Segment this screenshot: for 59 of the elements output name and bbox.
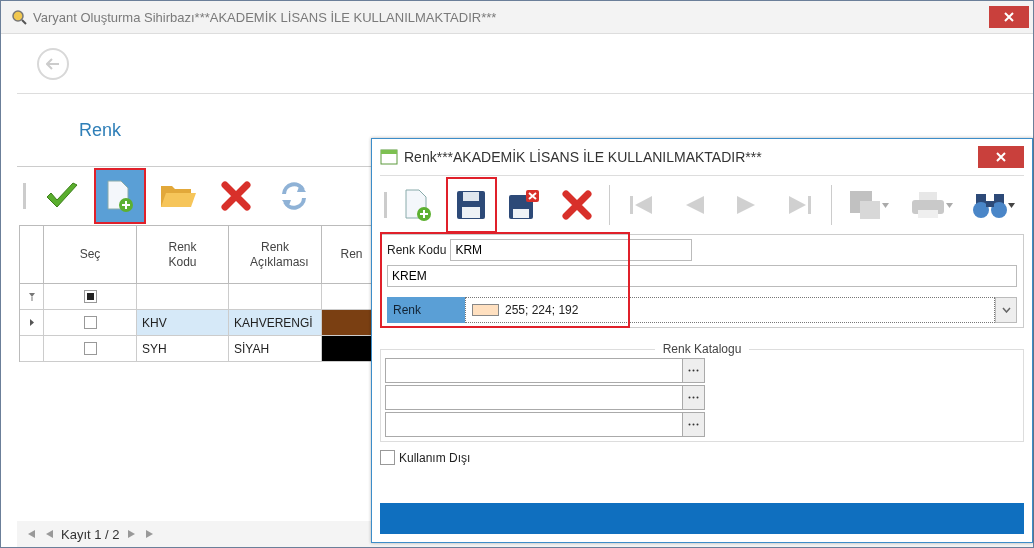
ellipsis-icon	[688, 423, 699, 426]
window-form-icon	[380, 149, 398, 165]
lookup-field[interactable]	[385, 385, 705, 410]
close-button[interactable]	[978, 146, 1024, 168]
ellipsis-button[interactable]	[682, 413, 704, 436]
field-label: Renk Kodu	[387, 243, 447, 257]
field-label: Renk	[387, 297, 465, 323]
checkbox-label: Kullanım Dışı	[399, 450, 471, 465]
page-heading: Renk	[79, 119, 122, 141]
printer-icon	[909, 190, 946, 220]
table-cell: KAHVERENGİ	[229, 310, 322, 336]
lookup-field[interactable]	[385, 412, 705, 437]
ellipsis-icon	[688, 396, 699, 399]
filter-cell[interactable]	[44, 284, 137, 310]
last-record-icon	[786, 194, 813, 216]
toolbar-button[interactable]	[94, 168, 146, 224]
close-icon	[996, 152, 1006, 162]
color-dropdown[interactable]: 255; 224; 192	[465, 297, 995, 323]
ellipsis-button[interactable]	[682, 386, 704, 409]
floppy-disk-close-icon	[507, 189, 542, 221]
dropdown-button[interactable]	[995, 297, 1017, 323]
caret-icon	[945, 202, 953, 208]
chevron-down-icon	[1001, 307, 1011, 313]
filter-icon	[28, 292, 35, 301]
toolbar-button[interactable]	[445, 177, 497, 233]
current-row-icon	[29, 319, 34, 326]
filter-cell[interactable]	[137, 284, 229, 310]
filter-checkbox[interactable]	[83, 290, 97, 303]
record-counter: Kayıt 1 / 2	[61, 526, 120, 542]
caret-icon	[881, 202, 889, 208]
ellipsis-icon	[688, 369, 699, 372]
table-cell: SİYAH	[229, 336, 322, 362]
new-document-icon	[403, 188, 434, 222]
back-button[interactable]	[37, 47, 69, 80]
close-icon	[1004, 12, 1014, 22]
binoculars-icon	[972, 191, 1009, 219]
row-checkbox[interactable]	[83, 316, 97, 329]
lookup-field[interactable]	[385, 358, 705, 383]
floppy-disk-stack-icon	[847, 189, 882, 221]
delete-icon	[220, 180, 252, 212]
checkbox[interactable]	[380, 450, 395, 465]
filter-cell[interactable]	[229, 284, 322, 310]
table-cell: SYH	[137, 336, 229, 362]
table-cell: KHV	[137, 310, 229, 336]
magnifier-icon	[11, 9, 27, 25]
dialog-title: Renk***AKADEMİK LİSANS İLE KULLANILMAKTADIR***	[404, 149, 763, 165]
input-field[interactable]: KREM	[387, 265, 1017, 287]
caret-icon	[1008, 202, 1016, 208]
delete-icon	[561, 189, 594, 221]
window-title: Varyant Oluşturma Sihirbazı***AKADEMİK LİSANS İLE KULLANILMAKTADIR***	[33, 9, 498, 25]
back-arrow-icon	[46, 57, 60, 70]
first-record-icon	[627, 194, 654, 216]
new-document-icon	[105, 179, 135, 213]
group-title: Renk Katalogu	[661, 342, 743, 356]
input-field[interactable]: KRM	[450, 239, 693, 261]
ellipsis-button[interactable]	[682, 359, 704, 382]
color-value: 255; 224; 192	[505, 303, 579, 317]
close-button[interactable]	[989, 6, 1029, 28]
row-checkbox[interactable]	[83, 342, 97, 355]
